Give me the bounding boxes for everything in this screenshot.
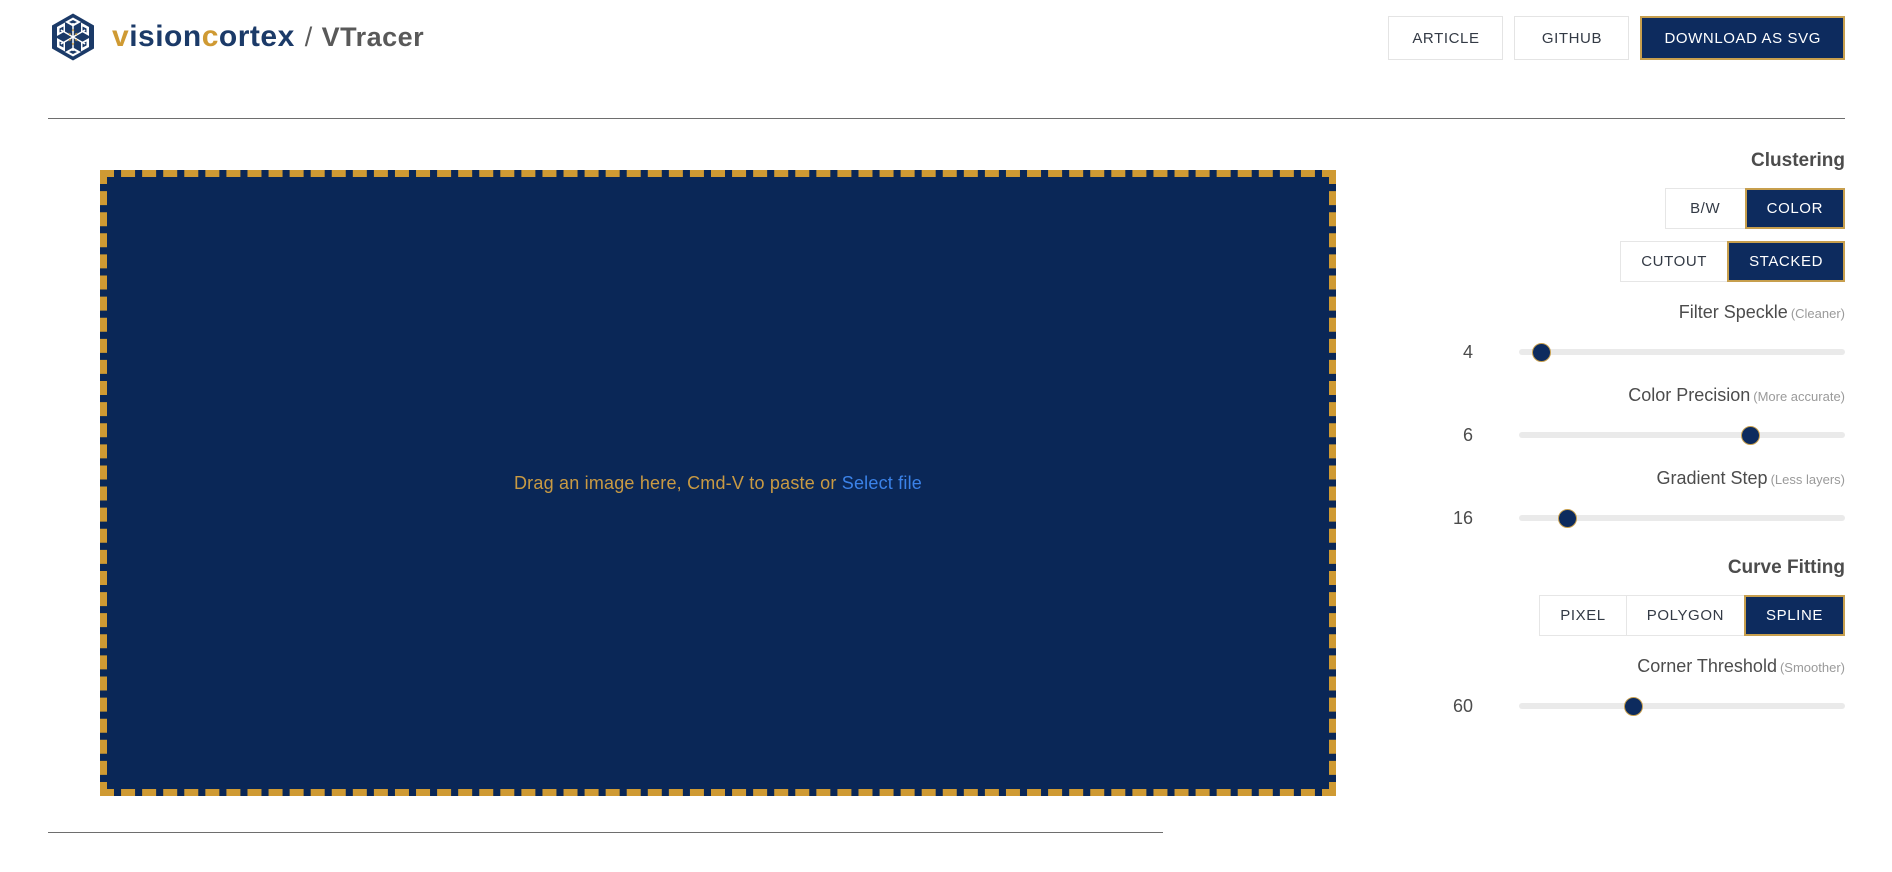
app-name: VTracer (321, 22, 425, 52)
gradient-step-row: 16 (1392, 505, 1845, 531)
gradient-step-label-text: Gradient Step (1656, 468, 1768, 488)
filter-speckle-thumb[interactable] (1532, 342, 1552, 362)
clustering-mode-row: B/W COLOR (1392, 188, 1845, 229)
color-precision-slider[interactable] (1519, 425, 1845, 445)
dropzone-message: Drag an image here, Cmd-V to paste or Se… (514, 473, 922, 494)
corner-threshold-row: 60 (1392, 693, 1845, 719)
color-precision-hint: (More accurate) (1753, 389, 1845, 404)
gradient-step-value: 16 (1452, 507, 1473, 528)
curve-fitting-section-title: Curve Fitting (1727, 557, 1845, 578)
settings-sidebar: Clustering B/W COLOR CUTOUT STACKED Filt… (1392, 150, 1892, 719)
brand-wordmark: visioncortex / VTracer (112, 22, 424, 52)
corner-threshold-thumb[interactable] (1623, 696, 1643, 716)
gradient-step-slider[interactable] (1519, 508, 1845, 528)
color-precision-value: 6 (1462, 424, 1473, 445)
clustering-layer-stacked[interactable]: STACKED (1727, 241, 1845, 282)
clustering-mode-group: B/W COLOR (1664, 188, 1845, 229)
filter-speckle-slider[interactable] (1519, 342, 1845, 362)
clustering-mode-color[interactable]: COLOR (1744, 188, 1845, 229)
brand: visioncortex / VTracer (48, 12, 424, 62)
filter-speckle-label-text: Filter Speckle (1678, 302, 1788, 322)
image-dropzone[interactable]: Drag an image here, Cmd-V to paste or Se… (100, 170, 1336, 796)
brand-text-ortex: ortex (218, 20, 295, 53)
clustering-layer-group: CUTOUT STACKED (1620, 241, 1845, 282)
color-precision-label: Color Precision (More accurate) (1392, 385, 1845, 406)
corner-threshold-value: 60 (1452, 695, 1473, 716)
visioncortex-logo-icon (52, 13, 94, 61)
brand-text-ision: ision (129, 20, 202, 53)
filter-speckle-hint: (Cleaner) (1790, 306, 1845, 321)
clustering-section-title: Clustering (1751, 150, 1845, 171)
clustering-layer-row: CUTOUT STACKED (1392, 241, 1845, 282)
corner-threshold-hint: (Smoother) (1779, 660, 1845, 675)
color-precision-thumb[interactable] (1740, 425, 1760, 445)
dropzone-instruction-text: Drag an image here, Cmd-V to paste or (513, 472, 842, 493)
brand-letter-c: c (201, 20, 219, 53)
clustering-mode-bw[interactable]: B/W (1664, 188, 1745, 229)
curve-fitting-mode-row: PIXEL POLYGON SPLINE (1392, 595, 1845, 636)
curve-fitting-mode-polygon[interactable]: POLYGON (1625, 595, 1745, 636)
github-button[interactable]: GITHUB (1514, 16, 1630, 60)
select-file-link[interactable]: Select file (842, 473, 922, 493)
curve-fitting-mode-spline[interactable]: SPLINE (1744, 595, 1845, 636)
curve-fitting-mode-group: PIXEL POLYGON SPLINE (1539, 595, 1845, 636)
gradient-step-hint: (Less layers) (1770, 472, 1845, 487)
filter-speckle-value: 4 (1462, 341, 1473, 362)
header-divider (48, 118, 1845, 119)
color-precision-row: 6 (1392, 422, 1845, 448)
corner-threshold-label: Corner Threshold (Smoother) (1392, 656, 1845, 677)
color-precision-label-text: Color Precision (1628, 385, 1751, 405)
corner-threshold-slider[interactable] (1519, 696, 1845, 716)
clustering-layer-cutout[interactable]: CUTOUT (1620, 241, 1728, 282)
article-button[interactable]: ARTICLE (1388, 16, 1504, 60)
gradient-step-label: Gradient Step (Less layers) (1392, 468, 1846, 489)
filter-speckle-row: 4 (1392, 339, 1845, 365)
curve-fitting-mode-pixel[interactable]: PIXEL (1539, 595, 1626, 636)
brand-separator: / (304, 22, 313, 52)
brand-letter-v: v (112, 20, 130, 53)
download-as-svg-button[interactable]: DOWNLOAD AS SVG (1640, 16, 1845, 60)
app-header: visioncortex / VTracer ARTICLE GITHUB DOW… (0, 0, 1892, 118)
content-bottom-divider (48, 832, 1163, 833)
header-actions: ARTICLE GITHUB DOWNLOAD AS SVG (1388, 16, 1845, 60)
gradient-step-thumb[interactable] (1558, 508, 1578, 528)
filter-speckle-label: Filter Speckle (Cleaner) (1392, 302, 1845, 323)
corner-threshold-label-text: Corner Threshold (1637, 656, 1777, 676)
